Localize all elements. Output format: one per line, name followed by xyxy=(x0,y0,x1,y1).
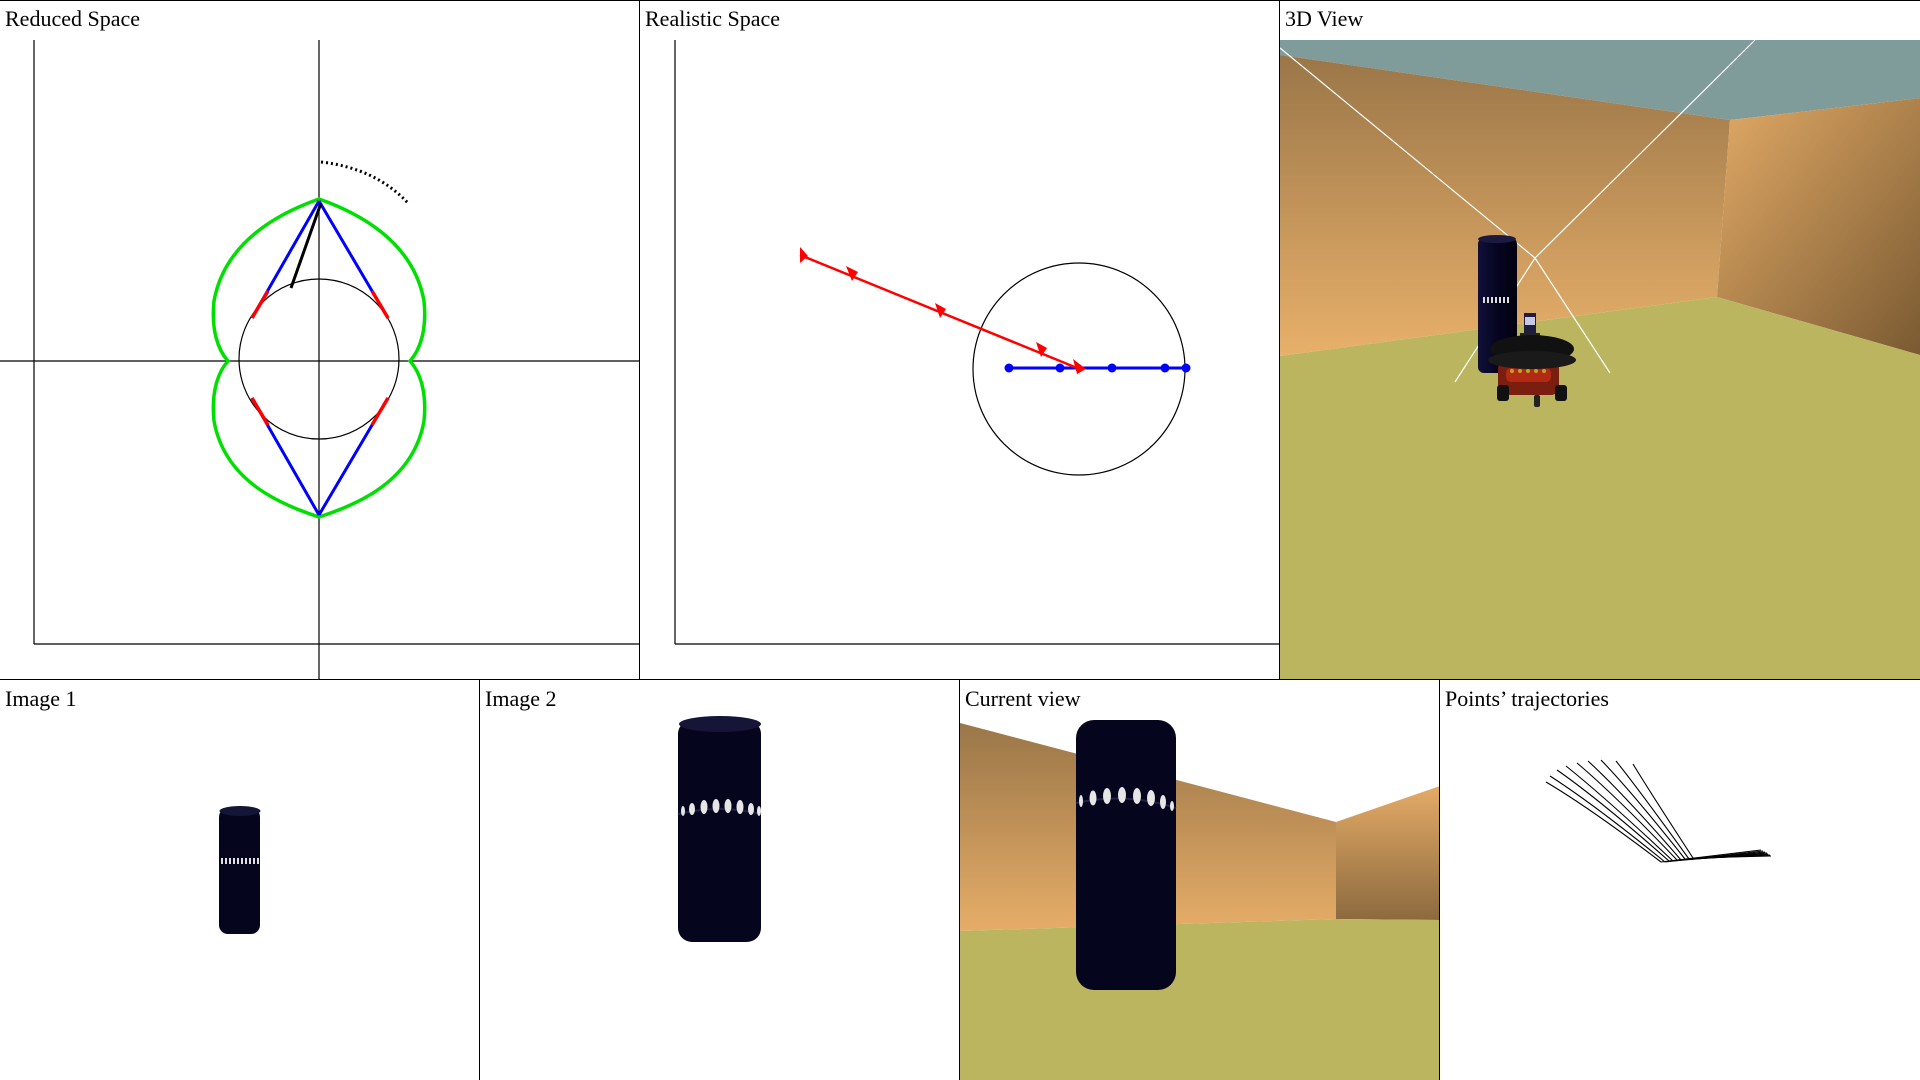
image-1-title: Image 1 xyxy=(5,686,77,711)
view-3d-title: 3D View xyxy=(1285,6,1364,31)
red-segments xyxy=(250,290,390,426)
black-trajectory-line xyxy=(289,202,323,289)
image-2-panel: Image 2 xyxy=(480,680,960,1080)
reduced-space-plot[interactable] xyxy=(0,0,640,680)
dotted-arc xyxy=(320,160,410,205)
points-trajectories-title: Points’ trajectories xyxy=(1445,686,1609,711)
divider-top-right xyxy=(1279,0,1280,680)
points-trajectories-panel: Points’ trajectories xyxy=(1440,680,1920,1080)
realistic-space-plot[interactable] xyxy=(640,0,1280,680)
reduced-space-title: Reduced Space xyxy=(5,6,140,31)
cylinder-object xyxy=(1075,720,1177,990)
divider-top-border xyxy=(0,0,1920,1)
divider-bottom-1 xyxy=(479,680,480,1080)
divider-horizontal xyxy=(0,679,1920,680)
side-wall xyxy=(1336,786,1440,920)
realistic-space-title: Realistic Space xyxy=(645,6,781,31)
realistic-space-panel: Realistic Space xyxy=(640,0,1280,680)
image-2-view xyxy=(677,716,762,942)
floor xyxy=(1280,297,1920,680)
divider-bottom-2 xyxy=(959,680,960,1080)
current-view-scene xyxy=(960,720,1440,1080)
blue-diamond-lines xyxy=(250,200,390,516)
view-3d-scene[interactable] xyxy=(1280,0,1920,680)
points-trajectories-plot xyxy=(1545,759,1772,863)
current-view-panel: Current view xyxy=(960,680,1440,1080)
divider-bottom-3 xyxy=(1439,680,1440,1080)
floor xyxy=(960,919,1440,1080)
image-1-panel: Image 1 xyxy=(0,680,480,1080)
image-2-title: Image 2 xyxy=(485,686,557,711)
cylinder-object xyxy=(677,716,762,942)
divider-top-left xyxy=(639,0,640,680)
cylinder-object xyxy=(219,806,261,934)
current-view-title: Current view xyxy=(965,686,1081,711)
reduced-space-panel: Reduced Space xyxy=(0,0,640,680)
trajectory-lines xyxy=(1545,759,1772,863)
view-3d-panel: 3D View xyxy=(1280,0,1920,680)
image-1-view xyxy=(219,806,261,934)
